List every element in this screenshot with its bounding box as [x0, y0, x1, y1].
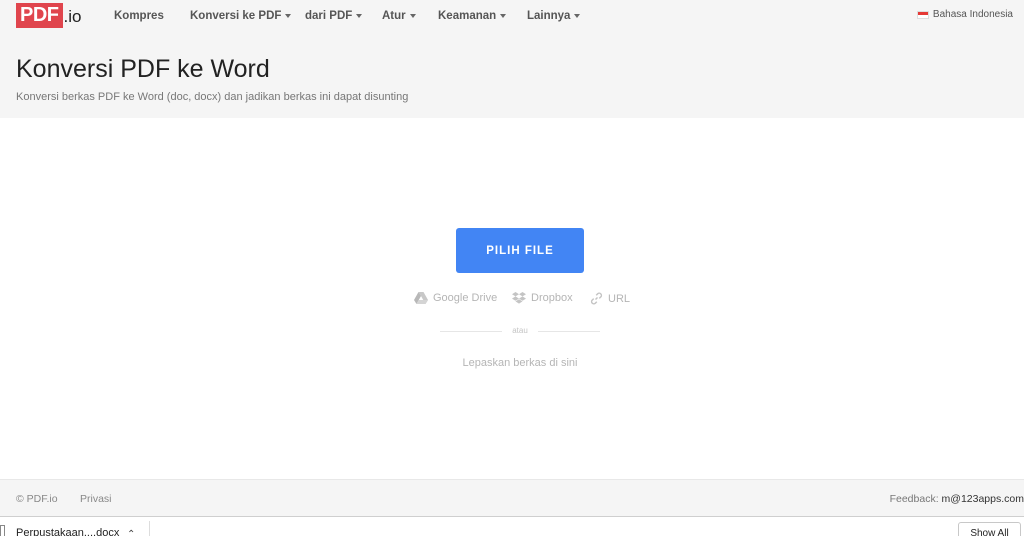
nav-item-kompres[interactable]: Kompres — [114, 10, 164, 22]
show-all-button[interactable]: Show All — [958, 522, 1021, 536]
feedback: Feedback: m@123apps.com — [890, 493, 1024, 505]
page-title: Konversi PDF ke Word — [16, 55, 270, 83]
feedback-label: Feedback: — [889, 493, 939, 505]
dropbox-icon — [512, 292, 526, 304]
language-label: Bahasa Indonesia — [932, 9, 1013, 20]
chevron-down-icon — [285, 14, 292, 18]
nav-label: Atur — [382, 10, 406, 22]
source-label: URL — [608, 292, 631, 305]
chevron-down-icon — [409, 14, 416, 18]
document-icon — [0, 525, 5, 536]
chevron-down-icon — [356, 14, 363, 18]
indonesia-flag-icon — [916, 10, 929, 19]
download-item[interactable]: Perpustakaan....docx — [16, 527, 119, 536]
download-separator — [149, 521, 150, 536]
footer: © PDF.io Privasi Feedback: m@123apps.com — [0, 479, 1024, 516]
nav-label: Keamanan — [438, 10, 497, 22]
page-subtitle: Konversi berkas PDF ke Word (doc, docx) … — [16, 91, 409, 103]
nav-item-keamanan[interactable]: Keamanan — [438, 10, 507, 22]
nav-item-atur[interactable]: Atur — [382, 10, 416, 22]
google-drive-source[interactable]: Google Drive — [414, 292, 497, 304]
choose-file-button[interactable]: PILIH FILE — [456, 228, 584, 273]
chevron-down-icon — [500, 14, 507, 18]
chevron-down-icon — [574, 14, 581, 18]
feedback-email-link[interactable]: m@123apps.com — [942, 493, 1024, 505]
dropbox-source[interactable]: Dropbox — [512, 292, 573, 304]
logo-brand: PDF — [16, 3, 63, 28]
download-bar: Perpustakaan....docx ⌃ Show All — [0, 516, 1024, 536]
language-selector[interactable]: Bahasa Indonesia — [916, 9, 1013, 20]
drop-zone-label: Lepaskan berkas di sini — [462, 357, 578, 369]
or-label: atau — [512, 326, 528, 335]
nav-label: dari PDF — [305, 10, 353, 22]
nav-label: Konversi ke PDF — [190, 10, 282, 22]
divider-right — [538, 331, 600, 332]
url-source[interactable]: URL — [590, 292, 630, 305]
nav-label: Kompres — [114, 10, 164, 22]
pdfio-logo[interactable]: PDF .io — [16, 3, 81, 28]
nav-item-dari-pdf[interactable]: dari PDF — [305, 10, 363, 22]
logo-ext: .io — [63, 7, 82, 26]
google-drive-icon — [414, 292, 428, 304]
footer-copyright: © PDF.io — [16, 493, 58, 505]
privacy-link[interactable]: Privasi — [80, 493, 112, 505]
source-label: Dropbox — [531, 292, 573, 304]
divider-left — [440, 331, 502, 332]
navbar: PDF .io Kompres Konversi ke PDF dari PDF… — [0, 0, 1024, 34]
top-header: PDF .io Kompres Konversi ke PDF dari PDF… — [0, 0, 1024, 118]
nav-label: Lainnya — [527, 10, 571, 22]
source-label: Google Drive — [433, 292, 498, 304]
link-icon — [590, 292, 603, 305]
nav-item-lainnya[interactable]: Lainnya — [527, 10, 581, 22]
chevron-up-icon[interactable]: ⌃ — [127, 529, 135, 536]
nav-item-konversi-ke-pdf[interactable]: Konversi ke PDF — [190, 10, 292, 22]
